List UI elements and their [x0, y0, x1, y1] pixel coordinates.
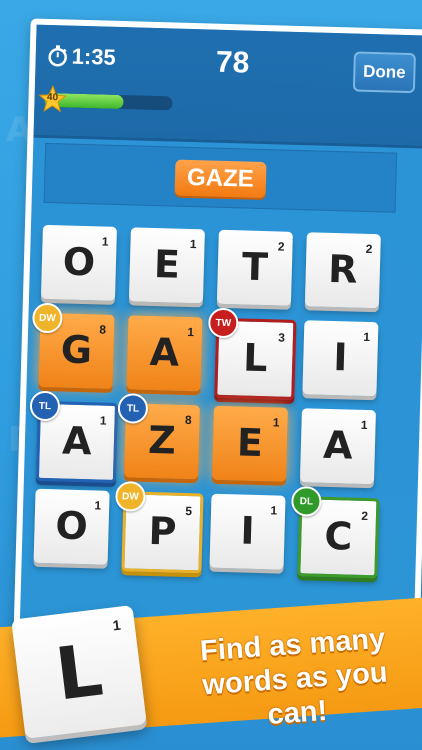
- current-word-panel: GAZE: [43, 142, 398, 213]
- promo-tile-letter: L: [51, 627, 107, 717]
- tile-points: 1: [99, 413, 107, 428]
- letter-tile[interactable]: A1: [126, 315, 203, 392]
- tile-points: 1: [270, 503, 278, 518]
- tile-points: 1: [94, 498, 102, 513]
- letter-tile[interactable]: E1: [211, 405, 288, 482]
- tile-points: 8: [99, 322, 107, 337]
- tile-points: 3: [278, 330, 286, 345]
- tile-points: 1: [101, 234, 109, 249]
- tile-points: 2: [361, 508, 369, 524]
- letter-tile[interactable]: E1: [128, 227, 205, 304]
- tile-points: 5: [185, 503, 193, 519]
- game-screen: 1:35 78 Done 40 GAZE O 1 E 1 T 2 R 2 G 8 DW A 1 L 3 TW I…: [13, 18, 422, 652]
- promo-letter-tile: L 1: [11, 605, 147, 739]
- letter-tile[interactable]: O1: [33, 488, 110, 565]
- done-button[interactable]: Done: [352, 51, 416, 94]
- letter-tile[interactable]: I1: [302, 320, 379, 397]
- promo-text: Find as many words as you can!: [177, 620, 414, 738]
- tile-points: 1: [272, 415, 280, 430]
- letter-tile[interactable]: I1: [209, 493, 286, 570]
- top-bar: 1:35 78 Done 40: [33, 24, 422, 149]
- letter-tile[interactable]: A1: [299, 408, 376, 485]
- level-number: 40: [46, 91, 59, 104]
- tile-points: 1: [187, 324, 195, 340]
- letter-tile[interactable]: R2: [304, 232, 381, 309]
- tile-points: 1: [363, 329, 371, 345]
- letter-tile[interactable]: O1: [40, 224, 117, 301]
- tile-points: 1: [360, 417, 368, 433]
- tile-points: 2: [277, 239, 285, 254]
- tile-points: 2: [365, 241, 373, 257]
- promo-tile-points: 1: [111, 616, 122, 634]
- promo-line-2: words as you can!: [201, 656, 389, 731]
- tile-points: 8: [184, 412, 192, 428]
- current-word: GAZE: [174, 159, 267, 199]
- tile-points: 1: [189, 236, 197, 252]
- letter-tile[interactable]: T2: [216, 229, 293, 306]
